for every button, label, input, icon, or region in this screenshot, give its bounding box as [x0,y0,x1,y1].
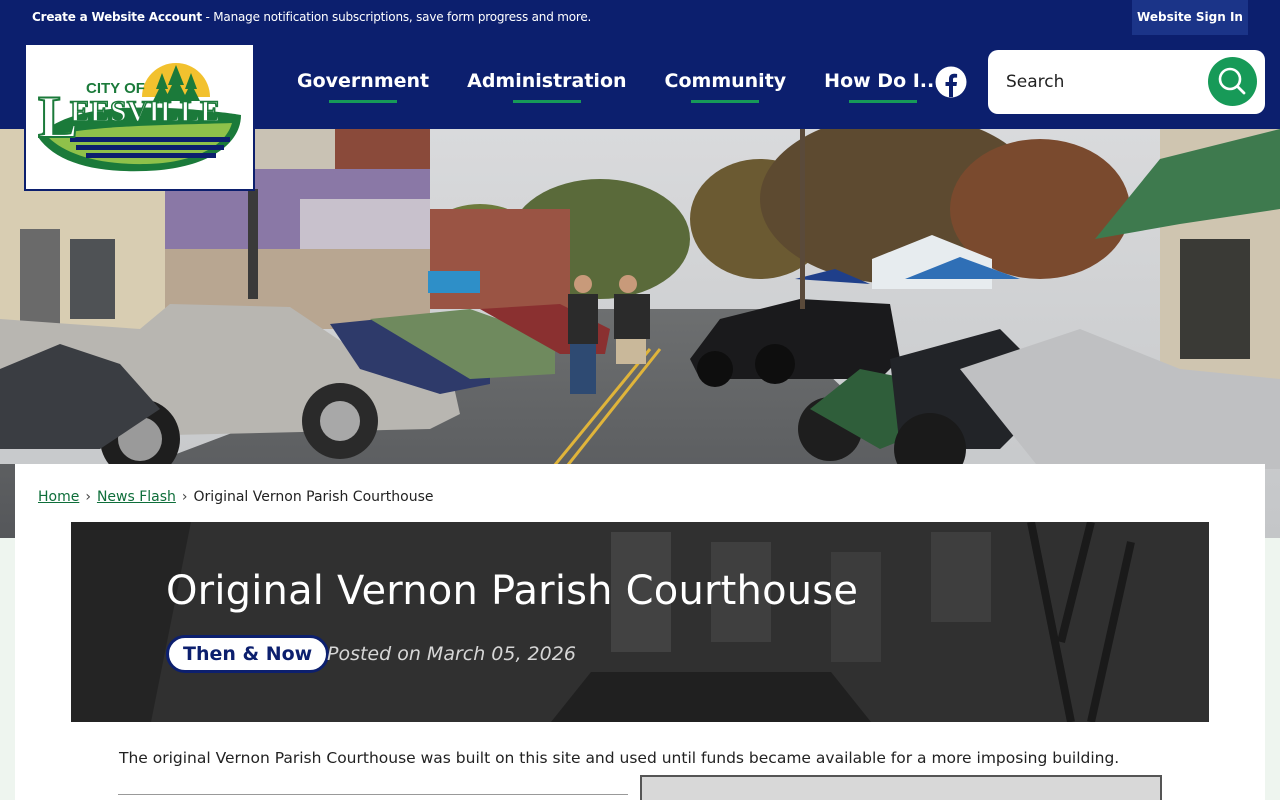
content-card: Home › News Flash › Original Vernon Parish C… [15,464,1265,800]
create-account-label[interactable]: Create a Website Account [32,10,202,24]
divider [118,794,628,795]
utility-bar: Create a Website Account - Manage notifi… [0,0,1280,35]
article-header: Original Vernon Parish Courthouse Then &… [71,522,1209,722]
create-account-link[interactable]: Create a Website Account - Manage notifi… [32,10,591,24]
search-button[interactable] [1208,57,1257,106]
nav-item-administration[interactable]: Administration [448,35,645,129]
facebook-icon[interactable] [935,66,967,98]
breadcrumb-current: Original Vernon Parish Courthouse [193,489,434,505]
nav-item-government[interactable]: Government [278,35,448,129]
nav-item-community[interactable]: Community [646,35,806,129]
breadcrumb-news-flash-link[interactable]: News Flash [97,489,176,505]
article-header-background [71,522,1209,722]
main-navigation: Government Administration Community How … [278,35,960,129]
category-badge[interactable]: Then & Now [166,635,330,673]
website-sign-in-button[interactable]: Website Sign In [1132,0,1248,35]
breadcrumb-home-link[interactable]: Home [38,489,79,505]
leesville-logo-graphic: CITY OF L EESVILLE [37,63,241,172]
posted-date: Posted on March 05, 2026 [327,643,576,665]
search-input[interactable] [1006,68,1186,96]
breadcrumb-separator: › [85,489,91,505]
create-account-description: - Manage notification subscriptions, sav… [201,10,592,24]
search-icon [1218,67,1246,95]
search-box [988,50,1265,114]
article-description: The original Vernon Parish Courthouse wa… [119,749,1120,767]
breadcrumb: Home › News Flash › Original Vernon Parish C… [38,489,433,505]
article-image[interactable] [640,775,1162,800]
city-logo[interactable]: CITY OF L EESVILLE [24,43,255,191]
article-title: Original Vernon Parish Courthouse [166,568,859,614]
logo-name-text: EESVILLE [70,95,220,128]
breadcrumb-separator: › [181,489,188,505]
